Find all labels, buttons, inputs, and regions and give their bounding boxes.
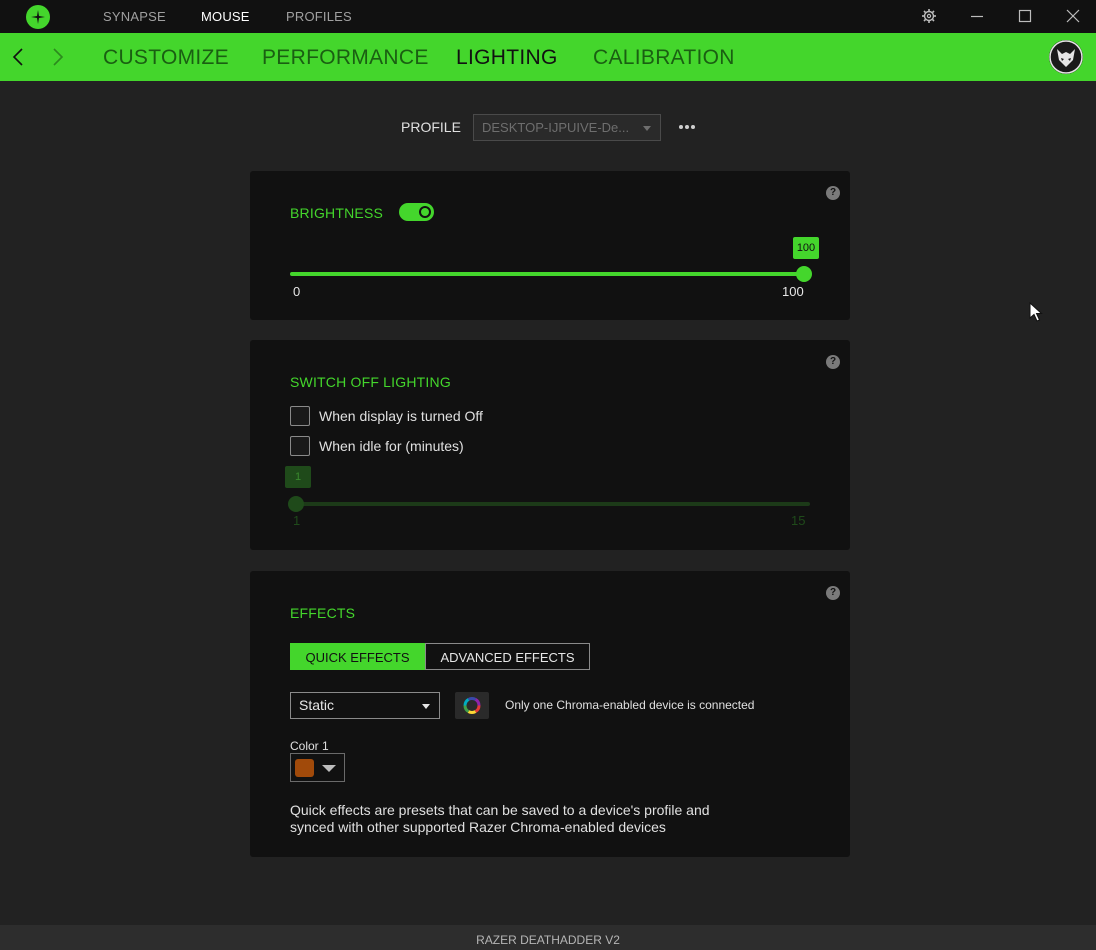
- switch-off-title: SWITCH OFF LIGHTING: [290, 374, 451, 390]
- brightness-value-badge: 100: [793, 237, 819, 259]
- brightness-title: BRIGHTNESS: [290, 205, 384, 221]
- switch-off-lighting-card: ? SWITCH OFF LIGHTING When display is tu…: [250, 340, 850, 550]
- effect-dropdown[interactable]: Static: [290, 692, 440, 719]
- section-nav-bar: CUSTOMIZE PERFORMANCE LIGHTING CALIBRATI…: [0, 33, 1096, 81]
- color-swatch: [295, 759, 314, 777]
- chevron-down-icon: [422, 704, 430, 709]
- nav-mouse[interactable]: MOUSE: [201, 0, 250, 33]
- brightness-slider-track[interactable]: [290, 272, 804, 276]
- tab-lighting[interactable]: LIGHTING: [456, 33, 558, 81]
- more-options-icon[interactable]: [677, 119, 697, 135]
- maximize-icon[interactable]: [1017, 8, 1033, 24]
- effects-card: ? EFFECTS QUICK EFFECTS ADVANCED EFFECTS…: [250, 571, 850, 857]
- brightness-min-label: 0: [293, 284, 301, 299]
- color-1-label: Color 1: [290, 739, 329, 753]
- brightness-max-label: 100: [782, 284, 804, 299]
- color-1-picker[interactable]: [290, 753, 345, 782]
- user-avatar[interactable]: [1049, 40, 1083, 74]
- quick-effects-tab[interactable]: QUICK EFFECTS: [290, 643, 425, 670]
- forward-arrow-icon[interactable]: [47, 47, 67, 67]
- profile-dropdown-value: DESKTOP-IJPUIVE-De...: [482, 120, 630, 135]
- help-icon[interactable]: ?: [826, 586, 840, 600]
- brightness-toggle[interactable]: [399, 203, 434, 221]
- brightness-slider-thumb[interactable]: [796, 266, 812, 282]
- nav-profiles[interactable]: PROFILES: [286, 0, 352, 33]
- display-off-checkbox[interactable]: [290, 406, 310, 426]
- idle-max-label: 15: [791, 513, 806, 528]
- tab-calibration[interactable]: CALIBRATION: [593, 33, 735, 81]
- minimize-icon[interactable]: [969, 8, 985, 24]
- toggle-knob: [419, 206, 431, 218]
- tab-performance[interactable]: PERFORMANCE: [262, 33, 429, 81]
- idle-slider-thumb[interactable]: [288, 496, 304, 512]
- idle-checkbox[interactable]: [290, 436, 310, 456]
- nav-synapse[interactable]: SYNAPSE: [103, 0, 166, 33]
- idle-value-badge: 1: [285, 466, 311, 488]
- effect-dropdown-value: Static: [299, 697, 335, 713]
- avatar-wolf-icon: [1049, 40, 1083, 74]
- effects-title: EFFECTS: [290, 605, 356, 621]
- close-icon[interactable]: [1065, 8, 1081, 24]
- advanced-effects-tab[interactable]: ADVANCED EFFECTS: [425, 643, 590, 670]
- mouse-cursor-icon: [1029, 302, 1043, 322]
- idle-label: When idle for (minutes): [319, 438, 464, 454]
- chroma-studio-button[interactable]: [455, 692, 489, 719]
- title-bar: SYNAPSE MOUSE PROFILES: [0, 0, 1096, 33]
- settings-gear-icon[interactable]: [921, 8, 937, 24]
- profile-dropdown[interactable]: DESKTOP-IJPUIVE-De...: [473, 114, 661, 141]
- razer-logo-icon[interactable]: [26, 5, 50, 29]
- chroma-wheel-icon: [463, 697, 481, 714]
- profile-label: PROFILE: [401, 119, 461, 135]
- help-icon[interactable]: ?: [826, 186, 840, 200]
- back-arrow-icon[interactable]: [9, 47, 29, 67]
- device-name-footer: RAZER DEATHADDER V2: [0, 925, 1096, 950]
- brightness-card: ? BRIGHTNESS 100 0 100: [250, 171, 850, 320]
- chroma-status-text: Only one Chroma-enabled device is connec…: [505, 698, 755, 712]
- effects-description: Quick effects are presets that can be sa…: [290, 802, 750, 836]
- display-off-label: When display is turned Off: [319, 408, 483, 424]
- tab-customize[interactable]: CUSTOMIZE: [103, 33, 229, 81]
- effects-description-line-1: Quick effects are presets that can be sa…: [290, 802, 710, 818]
- chevron-down-icon: [322, 765, 336, 772]
- help-icon[interactable]: ?: [826, 355, 840, 369]
- effects-description-line-2: synced with other supported Razer Chroma…: [290, 819, 666, 835]
- chevron-down-icon: [643, 126, 651, 131]
- idle-slider-track[interactable]: [290, 502, 810, 506]
- idle-min-label: 1: [293, 513, 301, 528]
